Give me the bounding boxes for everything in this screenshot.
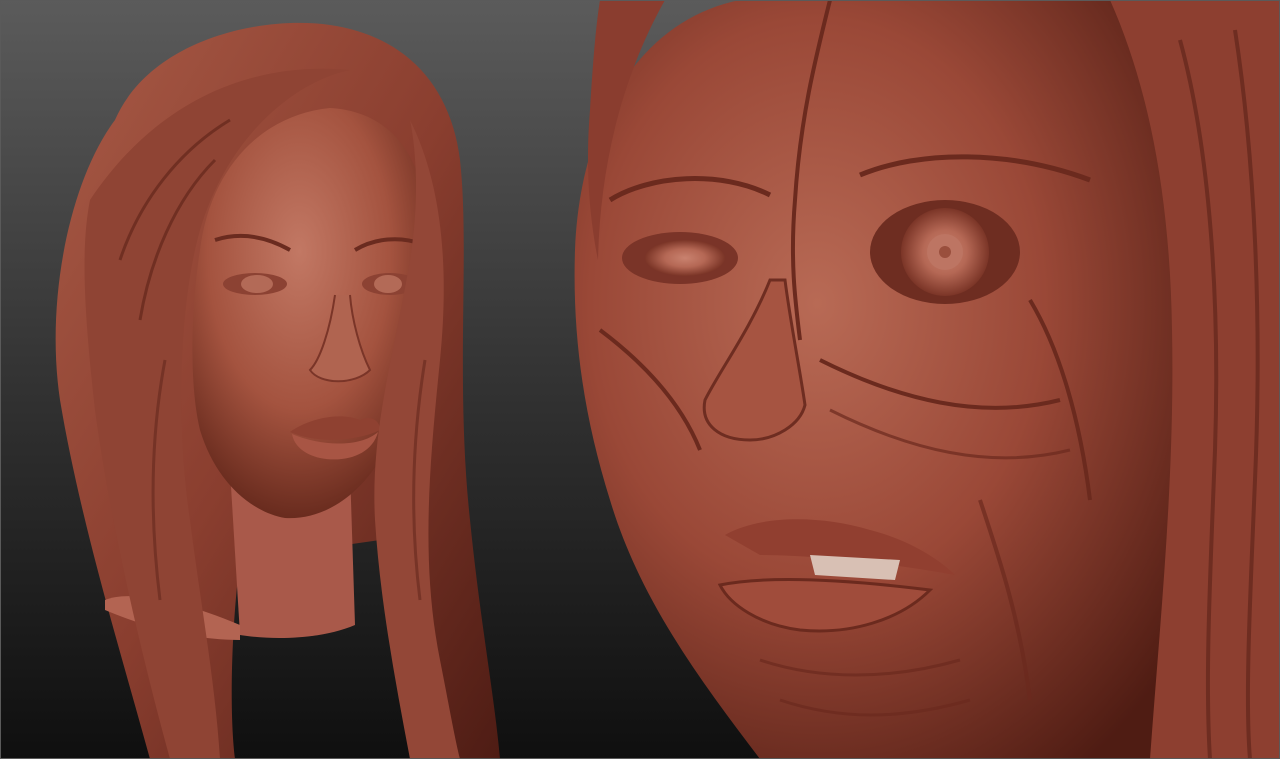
- render-scene: [0, 0, 1280, 759]
- decayed-face-closeup-sculpt: [574, 0, 1280, 759]
- viewport-canvas: [0, 0, 1280, 759]
